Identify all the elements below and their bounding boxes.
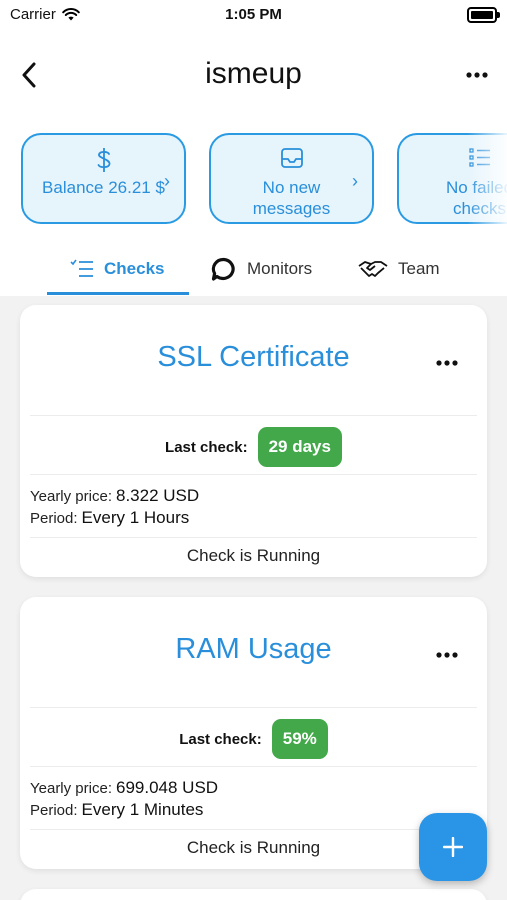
balance-card[interactable]: Balance 26.21 $ › (21, 133, 186, 224)
status-time: 1:05 PM (225, 6, 282, 23)
status-bar: Carrier 1:05 PM (0, 0, 507, 30)
last-check-badge: 59% (271, 719, 328, 759)
failed-checks-card[interactable]: No failed checks (397, 133, 507, 224)
checks-list[interactable]: SSL Certificate Last check: 29 days Year… (0, 296, 507, 900)
divider (30, 474, 477, 475)
period-label: Period: (30, 510, 78, 527)
divider (30, 829, 477, 830)
more-horizontal-icon (466, 72, 488, 78)
messages-card[interactable]: No new messages › (209, 133, 374, 224)
tab-checks[interactable]: Checks (70, 244, 164, 294)
tab-monitors-label: Monitors (247, 259, 313, 278)
check-details: Yearly price: 699.048 USD Period: Every 1 … (30, 777, 218, 821)
tab-bar: Checks Monitors Team (0, 244, 507, 296)
balance-label: Balance 26.21 $ (42, 178, 165, 197)
check-card[interactable]: RAM Usage Last check: 59% Yearly price: 6… (20, 597, 487, 869)
speech-bubble-icon (211, 257, 235, 281)
period-value: Every 1 Minutes (81, 800, 204, 819)
last-check-row: Last check: 59% (20, 719, 487, 759)
yearly-price-value: 699.048 USD (116, 778, 219, 797)
dollar-icon (23, 147, 184, 173)
chevron-right-icon: › (164, 171, 170, 191)
last-check-label: Last check: (179, 730, 262, 748)
battery-icon (467, 7, 500, 23)
page-title: ismeup (205, 57, 302, 90)
divider (30, 766, 477, 767)
failed-checks-label: No failed checks (445, 178, 507, 218)
tab-team[interactable]: Team (358, 244, 440, 294)
inbox-icon (211, 147, 372, 169)
plus-icon (443, 837, 463, 857)
checklist-icon (399, 147, 507, 167)
period-label: Period: (30, 802, 78, 819)
nav-header: ismeup (0, 45, 507, 105)
check-title: RAM Usage (175, 633, 332, 665)
check-status: Check is Running (186, 546, 321, 565)
active-tab-indicator (47, 292, 189, 295)
last-check-row: Last check: 29 days (20, 427, 487, 467)
check-more-button[interactable] (433, 647, 461, 663)
tab-monitors[interactable]: Monitors (211, 244, 312, 294)
yearly-price-value: 8.322 USD (116, 486, 200, 505)
chevron-right-icon: › (352, 171, 358, 191)
handshake-icon (358, 261, 388, 277)
messages-label: No new messages (252, 178, 331, 218)
summary-cards: Balance 26.21 $ › No new messages › No f… (0, 133, 507, 229)
check-more-button[interactable] (433, 355, 461, 371)
yearly-price-label: Yearly price: (30, 780, 112, 797)
tab-checks-label: Checks (104, 259, 165, 278)
check-details: Yearly price: 8.322 USD Period: Every 1 Ho… (30, 485, 199, 529)
check-status: Check is Running (186, 838, 321, 857)
divider (30, 537, 477, 538)
add-check-button[interactable] (419, 813, 487, 881)
tab-team-label: Team (398, 259, 440, 278)
yearly-price-label: Yearly price: (30, 488, 112, 505)
check-title: SSL Certificate (157, 341, 350, 373)
last-check-badge: 29 days (257, 427, 342, 467)
period-value: Every 1 Hours (81, 508, 190, 527)
last-check-label: Last check: (165, 438, 248, 456)
divider (30, 415, 477, 416)
more-horizontal-icon (436, 360, 458, 366)
check-card[interactable] (20, 889, 487, 900)
check-card[interactable]: SSL Certificate Last check: 29 days Year… (20, 305, 487, 577)
checklist-icon (70, 259, 93, 277)
more-options-button[interactable] (463, 63, 491, 87)
divider (30, 707, 477, 708)
more-horizontal-icon (436, 652, 458, 658)
